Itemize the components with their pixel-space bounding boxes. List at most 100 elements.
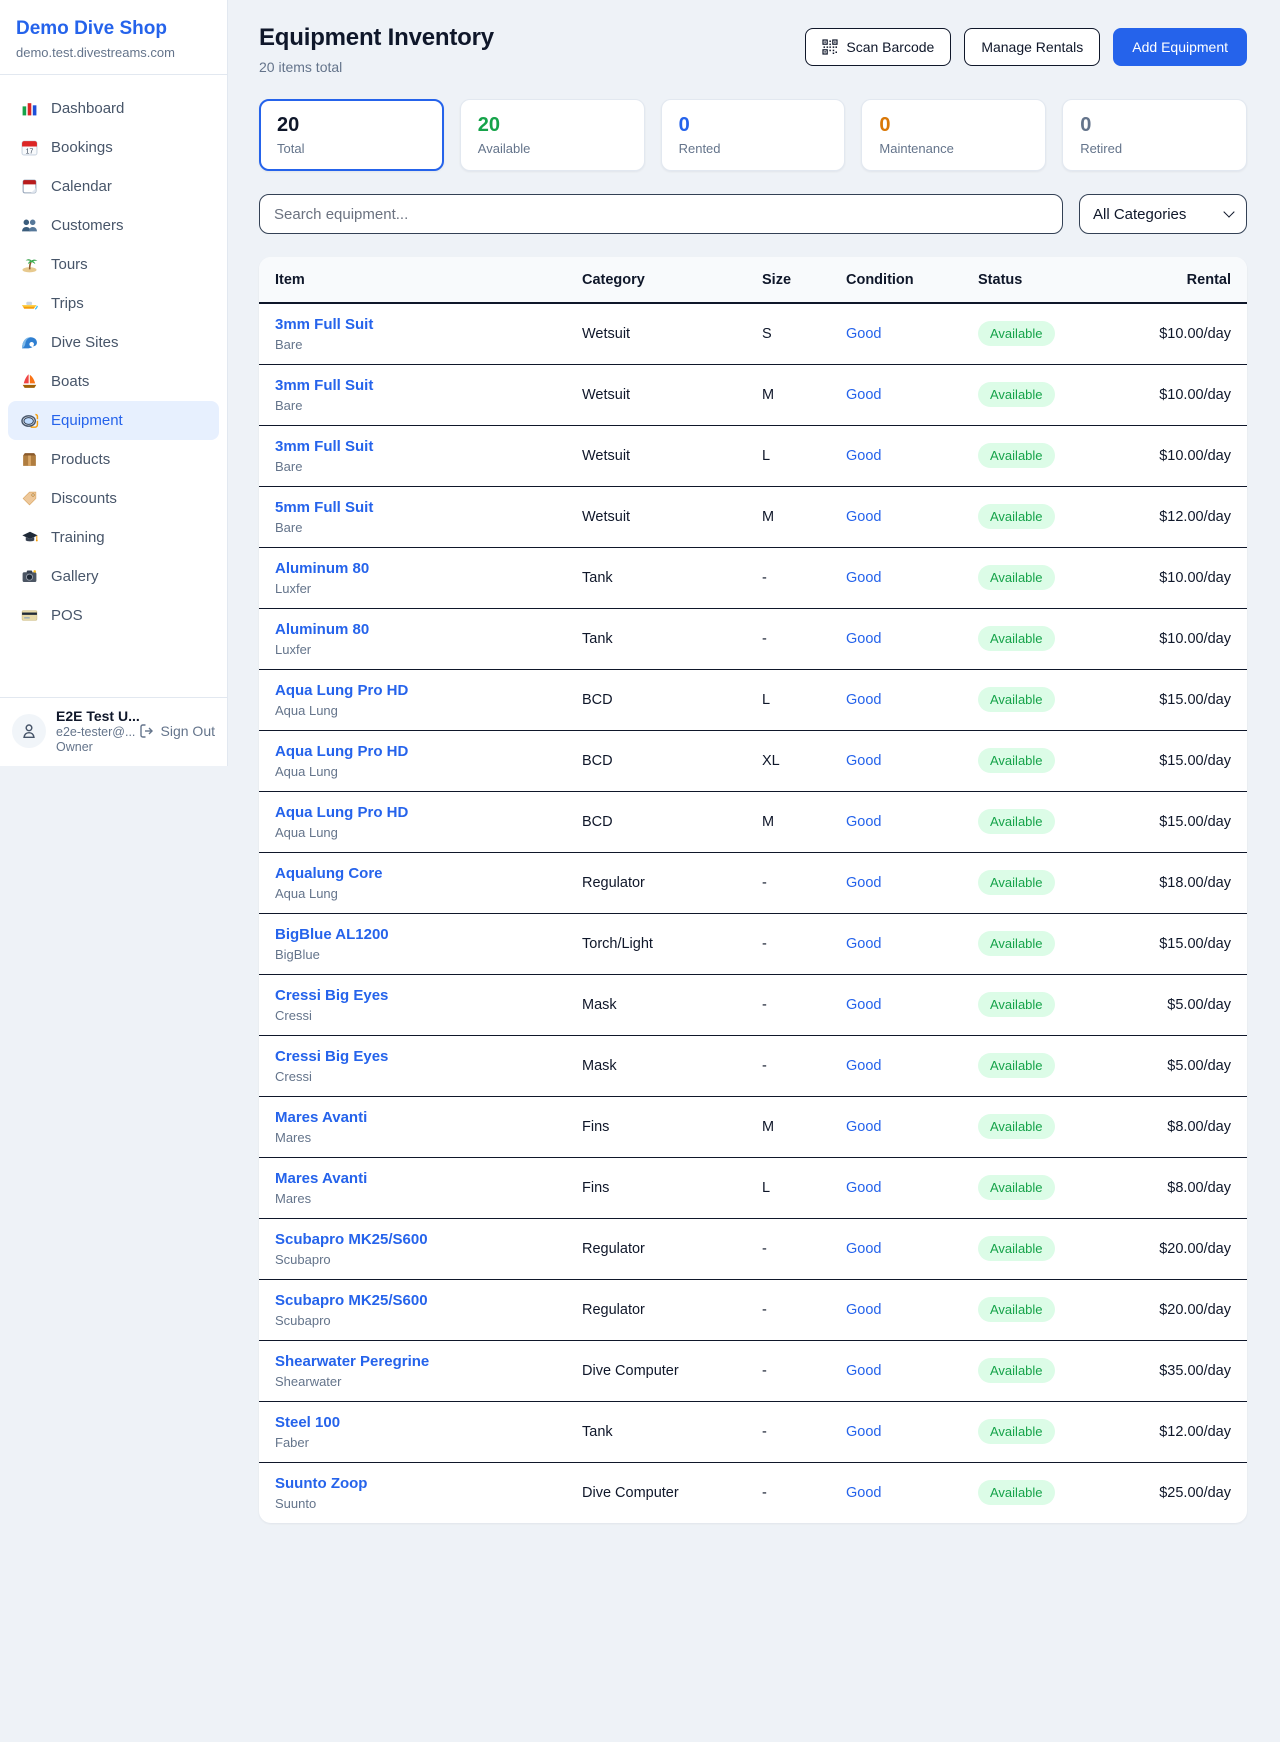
condition-link[interactable]: Good xyxy=(846,1180,881,1196)
item-rental-rate: $10.00/day xyxy=(1112,303,1247,364)
items-total-subtitle: 20 items total xyxy=(259,59,494,75)
stat-card-maintenance[interactable]: 0Maintenance xyxy=(861,99,1046,171)
condition-link[interactable]: Good xyxy=(846,692,881,708)
item-size: L xyxy=(746,669,830,730)
condition-link[interactable]: Good xyxy=(846,1058,881,1074)
brand-title[interactable]: Demo Dive Shop xyxy=(16,18,211,40)
item-category: Regulator xyxy=(566,852,746,913)
status-badge: Available xyxy=(978,870,1055,895)
stat-label: Total xyxy=(277,141,426,156)
sidebar-item-dive-sites[interactable]: Dive Sites xyxy=(8,323,219,362)
condition-link[interactable]: Good xyxy=(846,936,881,952)
item-name-link[interactable]: 3mm Full Suit xyxy=(275,438,566,455)
item-name-link[interactable]: 5mm Full Suit xyxy=(275,499,566,516)
item-name-link[interactable]: Aluminum 80 xyxy=(275,560,566,577)
condition-link[interactable]: Good xyxy=(846,997,881,1013)
item-brand: Bare xyxy=(275,459,566,474)
sidebar-item-calendar[interactable]: Calendar xyxy=(8,167,219,206)
speedboat-icon xyxy=(20,295,39,313)
item-name-link[interactable]: Scubapro MK25/S600 xyxy=(275,1292,566,1309)
sidebar-item-training[interactable]: Training xyxy=(8,518,219,557)
sidebar-item-boats[interactable]: Boats xyxy=(8,362,219,401)
item-name-link[interactable]: Aluminum 80 xyxy=(275,621,566,638)
item-size: M xyxy=(746,486,830,547)
condition-link[interactable]: Good xyxy=(846,875,881,891)
stat-card-available[interactable]: 20Available xyxy=(460,99,645,171)
condition-link[interactable]: Good xyxy=(846,1302,881,1318)
island-icon xyxy=(20,256,39,274)
sidebar-item-customers[interactable]: Customers xyxy=(8,206,219,245)
item-category: Mask xyxy=(566,974,746,1035)
sidebar-item-discounts[interactable]: Discounts xyxy=(8,479,219,518)
item-name-link[interactable]: Aqualung Core xyxy=(275,865,566,882)
table-row: Aqua Lung Pro HDAqua LungBCDLGoodAvailab… xyxy=(259,669,1247,730)
item-category: Fins xyxy=(566,1157,746,1218)
stat-value: 0 xyxy=(1080,114,1229,137)
condition-link[interactable]: Good xyxy=(846,1119,881,1135)
condition-link[interactable]: Good xyxy=(846,1485,881,1501)
item-brand: Bare xyxy=(275,337,566,352)
sign-out-button[interactable]: Sign Out xyxy=(139,723,215,739)
item-name-link[interactable]: 3mm Full Suit xyxy=(275,316,566,333)
sidebar-item-trips[interactable]: Trips xyxy=(8,284,219,323)
item-size: - xyxy=(746,1035,830,1096)
table-row: Shearwater PeregrineShearwaterDive Compu… xyxy=(259,1340,1247,1401)
sidebar-item-pos[interactable]: POS xyxy=(8,596,219,635)
category-select[interactable]: All Categories xyxy=(1079,194,1247,234)
sidebar-item-label: Discounts xyxy=(51,490,117,507)
condition-link[interactable]: Good xyxy=(846,1241,881,1257)
status-badge: Available xyxy=(978,1480,1055,1505)
sidebar-item-tours[interactable]: Tours xyxy=(8,245,219,284)
stat-card-rented[interactable]: 0Rented xyxy=(661,99,846,171)
condition-link[interactable]: Good xyxy=(846,1363,881,1379)
item-name-link[interactable]: Scubapro MK25/S600 xyxy=(275,1231,566,1248)
sidebar-item-label: Dashboard xyxy=(51,100,124,117)
stat-card-total[interactable]: 20Total xyxy=(259,99,444,171)
item-rental-rate: $10.00/day xyxy=(1112,608,1247,669)
item-name-link[interactable]: Mares Avanti xyxy=(275,1109,566,1126)
condition-link[interactable]: Good xyxy=(846,814,881,830)
grad-cap-icon xyxy=(20,529,39,547)
item-name-link[interactable]: BigBlue AL1200 xyxy=(275,926,566,943)
sidebar-item-bookings[interactable]: 17Bookings xyxy=(8,128,219,167)
condition-link[interactable]: Good xyxy=(846,326,881,342)
search-input[interactable] xyxy=(259,194,1063,234)
condition-link[interactable]: Good xyxy=(846,448,881,464)
item-brand: Aqua Lung xyxy=(275,764,566,779)
scan-barcode-button[interactable]: Scan Barcode xyxy=(805,28,951,66)
item-name-link[interactable]: Cressi Big Eyes xyxy=(275,1048,566,1065)
condition-link[interactable]: Good xyxy=(846,509,881,525)
item-name-link[interactable]: Aqua Lung Pro HD xyxy=(275,682,566,699)
status-badge: Available xyxy=(978,1175,1055,1200)
sidebar-item-label: Trips xyxy=(51,295,84,312)
condition-link[interactable]: Good xyxy=(846,753,881,769)
sidebar-item-gallery[interactable]: Gallery xyxy=(8,557,219,596)
add-equipment-button[interactable]: Add Equipment xyxy=(1113,28,1247,66)
status-badge: Available xyxy=(978,1053,1055,1078)
bar-chart-icon xyxy=(20,100,39,118)
item-name-link[interactable]: Shearwater Peregrine xyxy=(275,1353,566,1370)
condition-link[interactable]: Good xyxy=(846,570,881,586)
item-category: Mask xyxy=(566,1035,746,1096)
brand-domain: demo.test.divestreams.com xyxy=(16,45,211,60)
item-name-link[interactable]: Aqua Lung Pro HD xyxy=(275,743,566,760)
table-row: 3mm Full SuitBareWetsuitLGoodAvailable$1… xyxy=(259,425,1247,486)
manage-rentals-button[interactable]: Manage Rentals xyxy=(964,28,1100,66)
item-name-link[interactable]: Mares Avanti xyxy=(275,1170,566,1187)
condition-link[interactable]: Good xyxy=(846,1424,881,1440)
sidebar-item-equipment[interactable]: Equipment xyxy=(8,401,219,440)
stat-label: Rented xyxy=(679,141,828,156)
manage-rentals-label: Manage Rentals xyxy=(981,39,1083,55)
table-row: 3mm Full SuitBareWetsuitSGoodAvailable$1… xyxy=(259,303,1247,364)
condition-link[interactable]: Good xyxy=(846,387,881,403)
item-name-link[interactable]: 3mm Full Suit xyxy=(275,377,566,394)
item-name-link[interactable]: Steel 100 xyxy=(275,1414,566,1431)
item-name-link[interactable]: Cressi Big Eyes xyxy=(275,987,566,1004)
sidebar-item-products[interactable]: Products xyxy=(8,440,219,479)
table-row: Cressi Big EyesCressiMask-GoodAvailable$… xyxy=(259,1035,1247,1096)
item-name-link[interactable]: Suunto Zoop xyxy=(275,1475,566,1492)
stat-card-retired[interactable]: 0Retired xyxy=(1062,99,1247,171)
sidebar-item-dashboard[interactable]: Dashboard xyxy=(8,89,219,128)
item-name-link[interactable]: Aqua Lung Pro HD xyxy=(275,804,566,821)
condition-link[interactable]: Good xyxy=(846,631,881,647)
